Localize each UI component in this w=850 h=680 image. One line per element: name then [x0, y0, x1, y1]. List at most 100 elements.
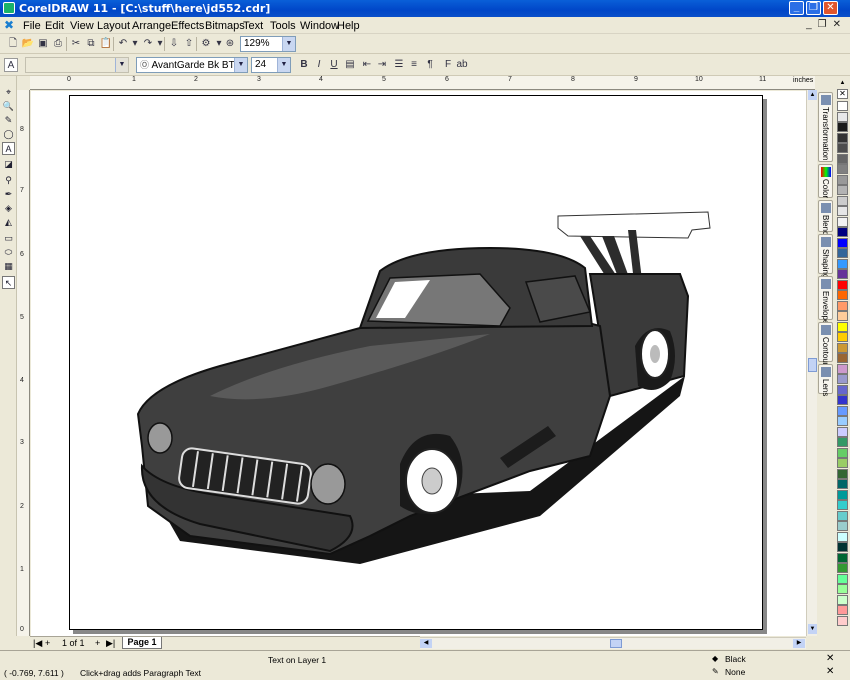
color-swatch[interactable] [837, 395, 848, 405]
color-swatch[interactable] [837, 374, 848, 384]
palette-scroll-up-icon[interactable]: ▲ [837, 80, 848, 88]
font-list-combo[interactable]: Ⓞ AvantGarde Bk BT ▼ [136, 57, 248, 73]
vertical-ruler[interactable]: 8 7 6 5 4 3 2 1 0 [17, 90, 30, 636]
shape-tool-icon[interactable]: ⌖ [2, 86, 15, 99]
rectangle-tool-icon[interactable]: ▭ [2, 232, 15, 245]
truck-illustration[interactable] [70, 96, 764, 631]
color-swatch[interactable] [837, 447, 848, 458]
maximize-button[interactable]: ❐ [806, 1, 821, 15]
edit-text-icon[interactable]: F [441, 58, 455, 72]
color-swatch[interactable] [837, 384, 848, 395]
color-swatch[interactable] [837, 122, 848, 132]
docker-tab-lens[interactable]: Lens [818, 364, 833, 396]
color-swatch[interactable] [837, 290, 848, 300]
text-tool-icon[interactable]: A [4, 58, 18, 72]
print-icon[interactable]: ⎙ [51, 37, 65, 51]
chevron-down-icon[interactable]: ▼ [282, 37, 295, 51]
document-icon[interactable]: ✖ [4, 19, 16, 31]
page-tab[interactable]: Page 1 [122, 637, 162, 649]
chevron-down-icon[interactable]: ▼ [277, 58, 290, 72]
color-swatch[interactable] [837, 489, 848, 500]
color-swatch[interactable] [837, 531, 848, 542]
color-swatch[interactable] [837, 563, 848, 573]
color-swatch[interactable] [837, 573, 848, 584]
color-swatch[interactable] [837, 594, 848, 605]
polygon-tool-icon[interactable]: ⬭ [2, 246, 15, 259]
color-swatch[interactable] [837, 437, 848, 447]
docker-tab-envelope[interactable]: Envelope [818, 276, 833, 324]
color-swatch[interactable] [837, 164, 848, 174]
italic-icon[interactable]: I [312, 58, 326, 72]
first-page-icon[interactable]: |◀ [33, 638, 42, 649]
color-swatch[interactable] [837, 311, 848, 321]
horizontal-alignment-icon[interactable]: ▤ [343, 58, 357, 72]
underline-icon[interactable]: U [327, 58, 341, 72]
color-swatch[interactable] [837, 416, 848, 426]
docker-tab-color[interactable]: Color [818, 164, 833, 198]
color-swatch[interactable] [837, 468, 848, 479]
menu-layout[interactable]: Layout [97, 20, 130, 32]
pick-tool-icon[interactable]: ↖ [2, 276, 15, 289]
object-list-combo[interactable]: ▼ [25, 57, 129, 73]
bold-icon[interactable]: B [297, 58, 311, 72]
outline-none-icon[interactable]: ✕ [826, 667, 840, 677]
menu-help[interactable]: Help [337, 20, 360, 32]
horizontal-scrollbar[interactable]: ◀ ▶ [420, 637, 806, 649]
color-swatch[interactable] [837, 605, 848, 615]
last-page-icon[interactable]: ▶| [106, 638, 115, 649]
color-swatch[interactable] [837, 363, 848, 374]
graph-paper-tool-icon[interactable]: ▦ [2, 260, 15, 273]
color-swatch[interactable] [837, 111, 848, 122]
color-swatch[interactable] [837, 143, 848, 153]
color-swatch[interactable] [837, 405, 848, 416]
color-swatch[interactable] [837, 216, 848, 227]
menu-tools[interactable]: Tools [270, 20, 296, 32]
docker-tab-contour[interactable]: Contour [818, 322, 833, 365]
scroll-thumb[interactable] [610, 639, 622, 648]
color-swatch[interactable] [837, 353, 848, 363]
vertical-scrollbar[interactable]: ▲ ▼ [806, 90, 817, 636]
color-swatch[interactable] [837, 552, 848, 563]
color-swatch[interactable] [837, 342, 848, 353]
menu-window[interactable]: Window [300, 20, 339, 32]
color-swatch[interactable] [837, 542, 848, 552]
new-icon[interactable]: 🗋 [6, 37, 20, 51]
menu-arrange[interactable]: Arrange [132, 20, 171, 32]
color-swatch[interactable] [837, 269, 848, 279]
color-swatch[interactable] [837, 584, 848, 594]
drawing-canvas[interactable] [31, 91, 806, 636]
freehand-tool-icon[interactable]: ✎ [2, 114, 15, 127]
color-swatch[interactable] [837, 300, 848, 311]
color-swatch[interactable] [837, 132, 848, 143]
no-color-swatch[interactable]: ✕ [837, 89, 848, 99]
ellipse-tool-icon[interactable]: ◯ [2, 128, 15, 141]
drawing-page[interactable] [69, 95, 763, 630]
color-swatch[interactable] [837, 174, 848, 185]
zoom-combo[interactable]: 129% ▼ [240, 36, 296, 52]
menu-effects[interactable]: Effects [171, 20, 204, 32]
docker-tab-transformation[interactable]: Transformation [818, 92, 833, 162]
color-swatch[interactable] [837, 500, 848, 510]
fill-tool-icon[interactable]: ◈ [2, 202, 15, 215]
menu-edit[interactable]: Edit [45, 20, 64, 32]
color-swatch[interactable] [837, 227, 848, 237]
close-button[interactable]: ✕ [823, 1, 838, 15]
scroll-left-icon[interactable]: ◀ [420, 639, 432, 648]
color-swatch[interactable] [837, 426, 848, 437]
color-swatch[interactable] [837, 332, 848, 342]
interactive-fill-tool-icon[interactable]: ◭ [2, 216, 15, 229]
corel-online-icon[interactable]: ⊛ [223, 37, 237, 51]
increase-indent-icon[interactable]: ⇥ [375, 58, 389, 72]
docker-tab-blend[interactable]: Blend [818, 200, 833, 235]
open-icon[interactable]: 📂 [21, 37, 35, 51]
application-launcher-icon[interactable]: ⚙ [199, 37, 213, 51]
color-swatch[interactable] [837, 195, 848, 206]
import-icon[interactable]: ⇩ [167, 37, 181, 51]
drop-cap-icon[interactable]: ≡ [407, 58, 421, 72]
eyedropper-tool-icon[interactable]: ⚲ [2, 174, 15, 187]
color-swatch[interactable] [837, 458, 848, 468]
color-swatch[interactable] [837, 279, 848, 290]
color-swatch[interactable] [837, 248, 848, 258]
scroll-thumb[interactable] [808, 358, 817, 372]
scroll-up-icon[interactable]: ▲ [808, 90, 817, 100]
